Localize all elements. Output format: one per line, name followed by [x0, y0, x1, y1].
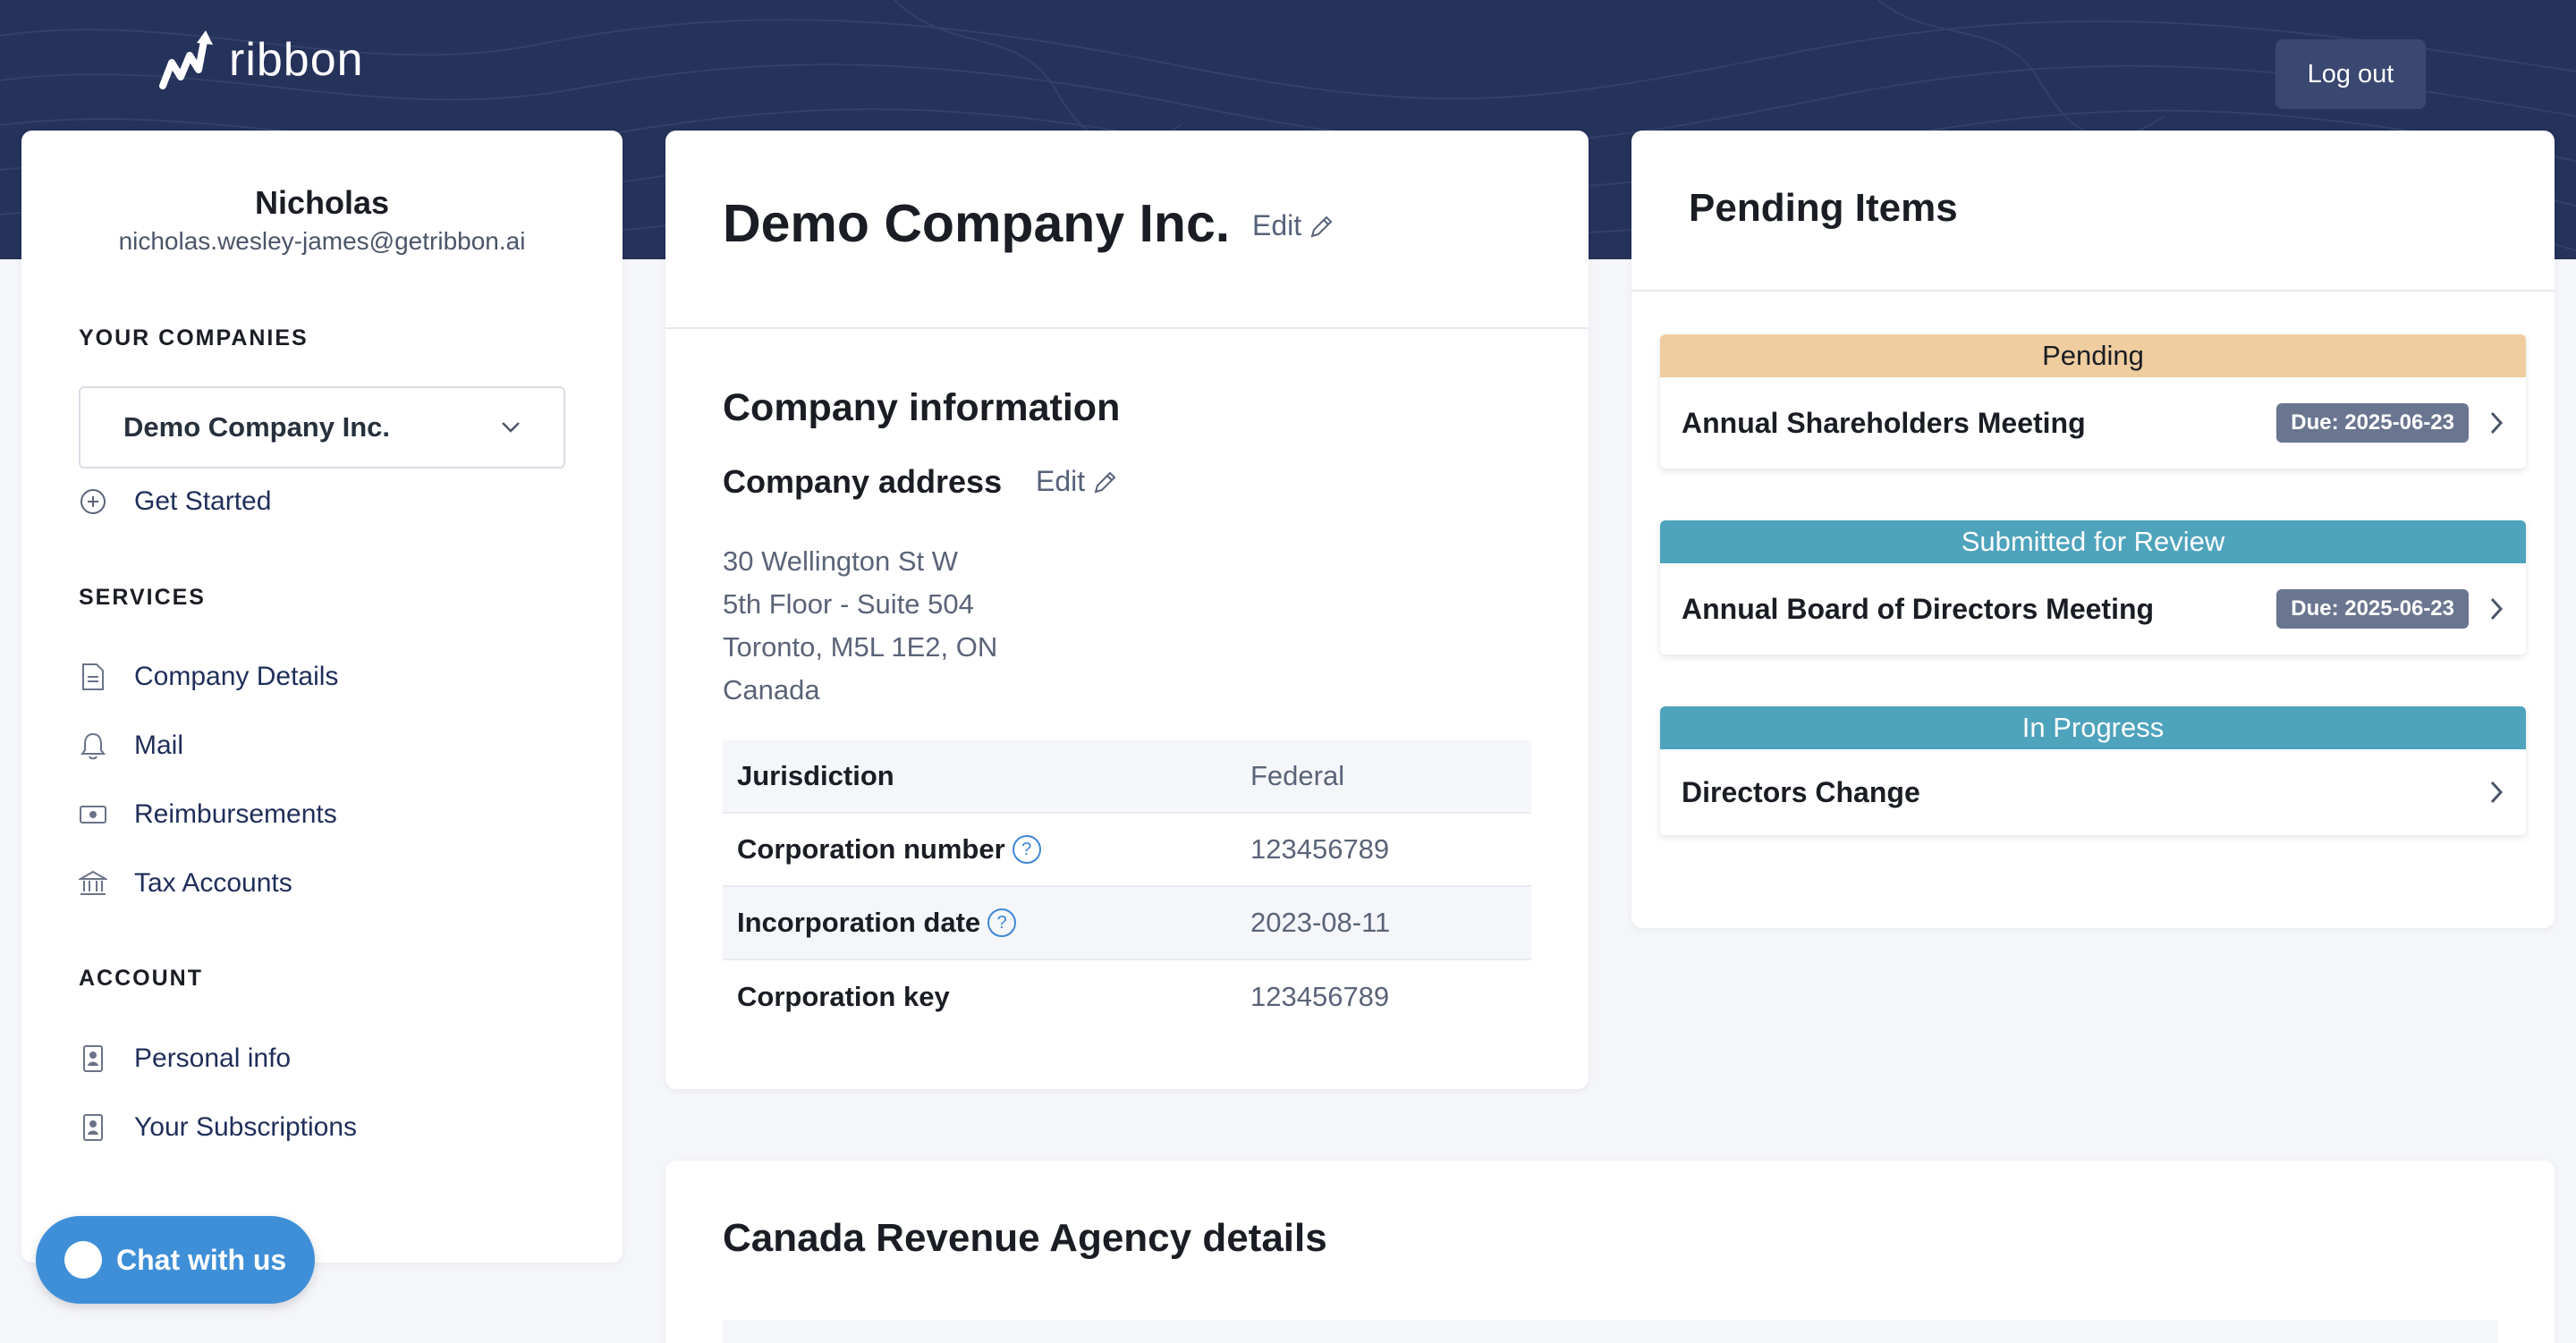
id-badge-icon: [79, 1044, 107, 1073]
pending-items-card: Pending Items Pending Annual Shareholder…: [1631, 131, 2555, 928]
row-label: Corporation key: [723, 981, 1250, 1013]
pending-item-body: Annual Board of Directors Meeting Due: 2…: [1660, 563, 2526, 655]
get-started-link[interactable]: Get Started: [79, 479, 271, 524]
due-badge: Due: 2025-06-23: [2276, 589, 2469, 629]
pending-item[interactable]: Submitted for Review Annual Board of Dir…: [1660, 520, 2526, 655]
address-line: Toronto, M5L 1E2, ON: [723, 631, 998, 663]
status-banner: Pending: [1660, 334, 2526, 377]
brand-name: ribbon: [229, 34, 364, 86]
cash-icon: [79, 800, 107, 829]
company-info-heading: Company information: [723, 386, 1121, 429]
chat-label: Chat with us: [116, 1243, 287, 1276]
nav-label: Tax Accounts: [134, 868, 292, 898]
edit-address-link[interactable]: Edit: [1036, 465, 1119, 498]
pending-item-meta: Due: 2025-06-23: [2276, 589, 2504, 629]
nav-company-details[interactable]: Company Details: [79, 655, 338, 699]
account-heading: ACCOUNT: [79, 966, 203, 991]
pending-item-name: Annual Board of Directors Meeting: [1682, 592, 2155, 625]
company-select[interactable]: Demo Company Inc.: [79, 386, 565, 469]
row-value: 123456789: [1250, 981, 1390, 1012]
table-row: Jurisdiction Federal: [723, 740, 1531, 814]
nav-label: Mail: [134, 731, 184, 760]
company-select-value: Demo Company Inc.: [123, 411, 390, 443]
pending-item[interactable]: In Progress Directors Change: [1660, 706, 2526, 835]
table-row: Incorporation date? 2023-08-11: [723, 887, 1531, 960]
help-icon[interactable]: ?: [1012, 835, 1041, 864]
pending-title: Pending Items: [1689, 186, 1958, 230]
pencil-icon: [1310, 215, 1333, 237]
edit-company-link[interactable]: Edit: [1252, 209, 1335, 242]
row-value: 123456789: [1250, 833, 1390, 865]
table-row: Corporation number? 123456789: [723, 814, 1531, 887]
ribbon-logo-icon: [159, 30, 213, 89]
pending-item-body: Directors Change: [1660, 749, 2526, 835]
pending-item-body: Annual Shareholders Meeting Due: 2025-06…: [1660, 377, 2526, 469]
chevron-right-icon: [2490, 781, 2504, 804]
help-icon[interactable]: ?: [987, 908, 1017, 937]
pending-item[interactable]: Pending Annual Shareholders Meeting Due:…: [1660, 334, 2526, 469]
bank-icon: [79, 869, 107, 898]
bell-icon: [79, 731, 107, 760]
nav-label: Reimbursements: [134, 799, 337, 829]
pending-item-name: Directors Change: [1682, 775, 1920, 808]
company-info-table: Jurisdiction Federal Corporation number?…: [723, 740, 1531, 1034]
nav-your-subscriptions[interactable]: Your Subscriptions: [79, 1105, 357, 1150]
pencil-icon: [1094, 471, 1116, 493]
pending-header: Pending Items: [1631, 131, 2555, 291]
address-line: 5th Floor - Suite 504: [723, 588, 974, 620]
row-label: Incorporation date?: [723, 907, 1250, 939]
row-label-text: Corporation key: [737, 981, 950, 1012]
your-companies-heading: YOUR COMPANIES: [79, 325, 309, 351]
chevron-right-icon: [2490, 411, 2504, 435]
logout-button[interactable]: Log out: [2275, 39, 2426, 109]
sidebar: Nicholas nicholas.wesley-james@getribbon…: [21, 131, 623, 1263]
plus-circle-icon: [79, 487, 107, 516]
address-line: 30 Wellington St W: [723, 545, 959, 577]
address-line: Canada: [723, 674, 820, 705]
table-row: Corporation key 123456789: [723, 960, 1531, 1034]
services-heading: SERVICES: [79, 585, 206, 610]
row-value: 2023-08-11: [1250, 907, 1391, 938]
chat-bubble-icon: [64, 1241, 102, 1279]
row-value: Federal: [1250, 760, 1345, 791]
id-badge-icon: [79, 1113, 107, 1142]
pending-item-meta: [2488, 779, 2504, 806]
edit-label: Edit: [1252, 209, 1302, 241]
user-name: Nicholas: [254, 184, 390, 221]
pending-item-meta: Due: 2025-06-23: [2276, 403, 2504, 443]
chevron-right-icon: [2490, 597, 2504, 621]
chat-button[interactable]: Chat with us: [36, 1216, 315, 1304]
row-label-text: Jurisdiction: [737, 760, 894, 791]
nav-label: Company Details: [134, 662, 339, 691]
company-address-heading: Company address: [723, 463, 1003, 500]
nav-label: Personal info: [134, 1043, 292, 1073]
company-card: Demo Company Inc. Edit Company informati…: [665, 131, 1589, 1089]
nav-mail[interactable]: Mail: [79, 723, 183, 768]
pending-item-name: Annual Shareholders Meeting: [1682, 406, 2086, 439]
header-divider: [665, 327, 1589, 329]
get-started-label: Get Started: [134, 486, 272, 516]
row-label: Corporation number?: [723, 833, 1250, 866]
document-icon: [79, 663, 107, 691]
nav-personal-info[interactable]: Personal info: [79, 1036, 291, 1081]
nav-reimbursements[interactable]: Reimbursements: [79, 792, 337, 837]
status-banner: Submitted for Review: [1660, 520, 2526, 563]
row-label: Jurisdiction: [723, 760, 1250, 792]
cra-details-card: Canada Revenue Agency details: [665, 1161, 2555, 1343]
nav-label: Your Subscriptions: [134, 1112, 358, 1142]
nav-tax-accounts[interactable]: Tax Accounts: [79, 861, 292, 906]
due-badge: Due: 2025-06-23: [2276, 403, 2469, 443]
user-email: nicholas.wesley-james@getribbon.ai: [118, 227, 526, 255]
cra-title: Canada Revenue Agency details: [723, 1216, 1327, 1260]
edit-label: Edit: [1036, 465, 1086, 497]
row-label-text: Corporation number: [737, 833, 1005, 865]
row-label-text: Incorporation date: [737, 907, 981, 938]
chevron-down-icon: [502, 422, 520, 433]
company-title: Demo Company Inc.: [723, 194, 1231, 253]
ribbon-logo[interactable]: ribbon: [159, 29, 364, 91]
cra-table-strip: [723, 1320, 2497, 1343]
status-banner: In Progress: [1660, 706, 2526, 749]
